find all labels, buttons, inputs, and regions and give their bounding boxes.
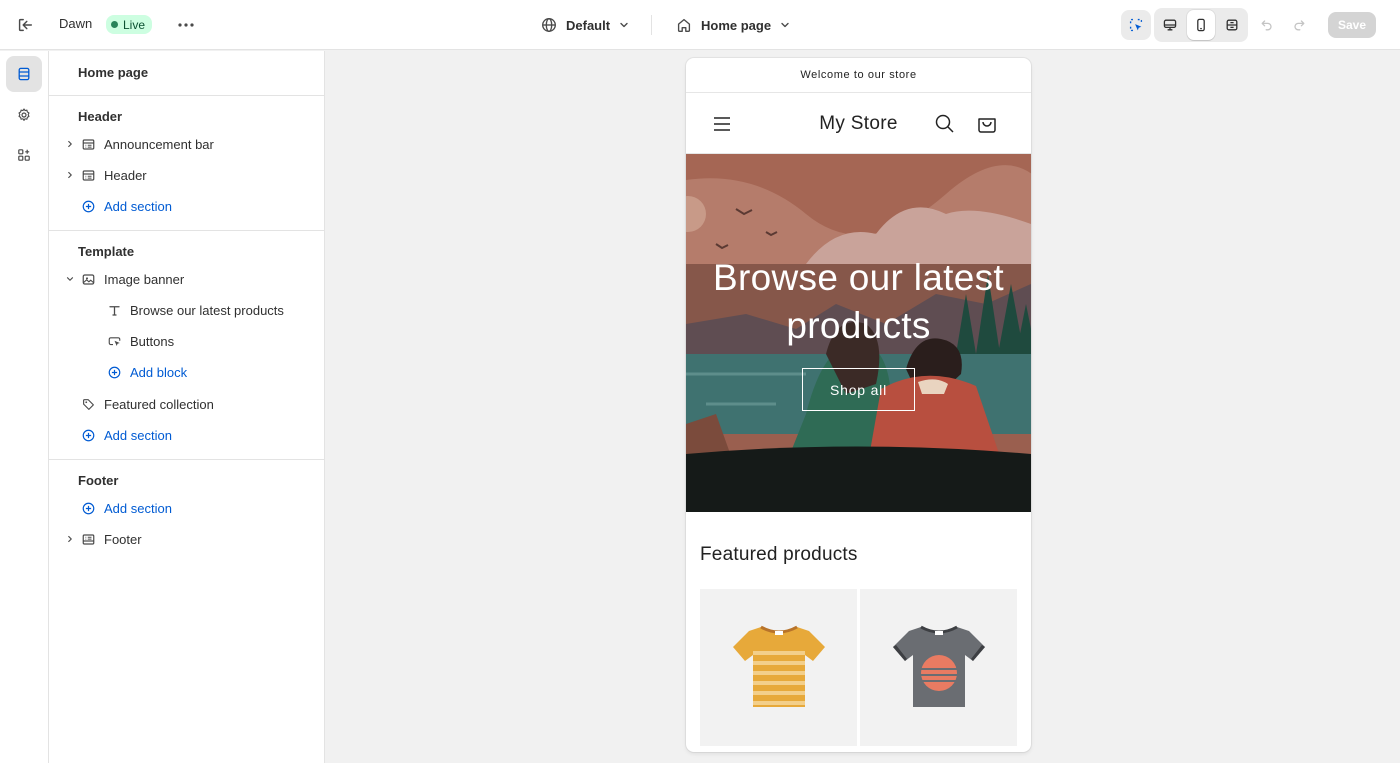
product-card[interactable] — [860, 589, 1017, 746]
inspector-cursor-icon — [1129, 18, 1143, 32]
button-cursor-icon — [106, 333, 122, 349]
section-featured-collection[interactable]: Featured collection — [80, 391, 214, 417]
rail-apps-button[interactable] — [6, 137, 42, 173]
footer-layout-icon — [80, 531, 96, 547]
group-title-template: Template — [78, 244, 135, 259]
section-label: Header — [104, 167, 147, 183]
add-section-template-button[interactable]: Add section — [80, 422, 172, 448]
mobile-view-button[interactable] — [1186, 10, 1216, 40]
chevron-right-icon[interactable] — [64, 138, 76, 150]
home-icon — [677, 18, 691, 32]
exit-icon — [18, 18, 33, 32]
fullscreen-view-button[interactable] — [1217, 10, 1246, 40]
locale-selector-label: Default — [566, 17, 611, 33]
featured-products-title[interactable]: Featured products — [700, 544, 858, 566]
status-badge-label: Live — [123, 17, 146, 32]
block-heading[interactable]: Browse our latest products — [106, 297, 284, 323]
globe-icon — [542, 18, 556, 32]
section-image-banner[interactable]: Image banner — [64, 266, 184, 292]
section-label: Announcement bar — [104, 136, 214, 152]
section-layout-icon — [80, 167, 96, 183]
rail-sections-button[interactable] — [6, 56, 42, 92]
sections-sidebar: Home page Header Announcement bar Header… — [49, 51, 325, 763]
editor-topbar: Dawn Live Default Home page Save — [0, 0, 1400, 50]
settings-gear-icon — [18, 108, 30, 121]
undo-button[interactable] — [1256, 13, 1278, 37]
group-title-footer: Footer — [78, 473, 119, 488]
undo-icon — [1261, 20, 1272, 31]
sections-icon — [18, 67, 30, 81]
striped-tshirt-image — [732, 625, 825, 707]
block-buttons[interactable]: Buttons — [106, 328, 174, 354]
text-icon — [106, 302, 122, 318]
plus-circle-icon — [80, 427, 96, 443]
image-banner[interactable]: Browse our latest products Shop all — [686, 154, 1031, 512]
section-label: Featured collection — [104, 396, 214, 412]
editor-rail — [0, 51, 49, 763]
add-section-footer-button[interactable]: Add section — [80, 495, 172, 521]
search-icon[interactable] — [933, 112, 957, 136]
cart-icon[interactable] — [975, 112, 999, 136]
block-label: Browse our latest products — [130, 302, 284, 318]
save-button[interactable]: Save — [1328, 12, 1376, 38]
image-icon — [80, 271, 96, 287]
inspector-toggle-button[interactable] — [1121, 10, 1151, 40]
chevron-right-icon[interactable] — [64, 533, 76, 545]
more-actions-button[interactable] — [174, 12, 198, 38]
section-announcement-bar[interactable]: Announcement bar — [64, 131, 214, 157]
redo-button[interactable] — [1288, 13, 1310, 37]
ellipsis-icon — [178, 23, 194, 27]
viewport-switcher — [1154, 8, 1248, 42]
sidebar-title: Home page — [78, 65, 149, 80]
tag-icon — [80, 396, 96, 412]
section-footer[interactable]: Footer — [64, 526, 142, 552]
chevron-down-icon[interactable] — [64, 273, 76, 285]
plus-circle-icon — [80, 500, 96, 516]
locale-selector[interactable]: Default — [540, 13, 630, 37]
section-layout-icon — [80, 136, 96, 152]
plus-circle-icon — [80, 198, 96, 214]
announcement-bar[interactable]: Welcome to our store — [686, 58, 1031, 93]
sidebar-divider — [49, 459, 325, 460]
add-block-button[interactable]: Add block — [106, 359, 187, 385]
status-badge: Live — [106, 15, 153, 34]
add-section-header-button[interactable]: Add section — [80, 193, 172, 219]
chevron-down-icon — [781, 22, 789, 28]
add-section-label: Add section — [104, 198, 172, 214]
add-section-label: Add section — [104, 427, 172, 443]
shop-all-button[interactable]: Shop all — [802, 368, 915, 411]
section-label: Footer — [104, 531, 142, 547]
rail-theme-settings-button[interactable] — [6, 97, 42, 133]
apps-icon — [18, 149, 30, 161]
page-selector-label: Home page — [701, 17, 772, 33]
sidebar-divider — [49, 230, 325, 231]
page-selector[interactable]: Home page — [675, 13, 791, 37]
redo-icon — [1294, 20, 1305, 31]
plus-circle-icon — [106, 364, 122, 380]
section-header[interactable]: Header — [64, 162, 147, 188]
chevron-down-icon — [620, 22, 628, 28]
sidebar-divider — [49, 95, 325, 96]
product-card[interactable] — [700, 589, 857, 746]
gray-tshirt-image — [892, 625, 985, 707]
desktop-view-button[interactable] — [1156, 10, 1185, 40]
live-dot-icon — [111, 21, 118, 28]
fullscreen-icon — [1226, 19, 1238, 31]
theme-name: Dawn — [59, 16, 93, 31]
chevron-right-icon[interactable] — [64, 169, 76, 181]
mobile-icon — [1197, 18, 1205, 32]
exit-editor-button[interactable] — [12, 12, 38, 38]
section-label: Image banner — [104, 271, 185, 287]
block-label: Buttons — [130, 333, 175, 349]
store-preview-frame: Welcome to our store My Store Browse our… — [686, 58, 1031, 752]
desktop-icon — [1164, 19, 1177, 31]
topbar-divider — [651, 15, 652, 35]
add-section-label: Add section — [104, 500, 172, 516]
banner-heading[interactable]: Browse our latest products — [706, 254, 1011, 350]
group-title-header: Header — [78, 109, 123, 124]
add-block-label: Add block — [130, 364, 188, 380]
store-header[interactable]: My Store — [686, 94, 1031, 154]
